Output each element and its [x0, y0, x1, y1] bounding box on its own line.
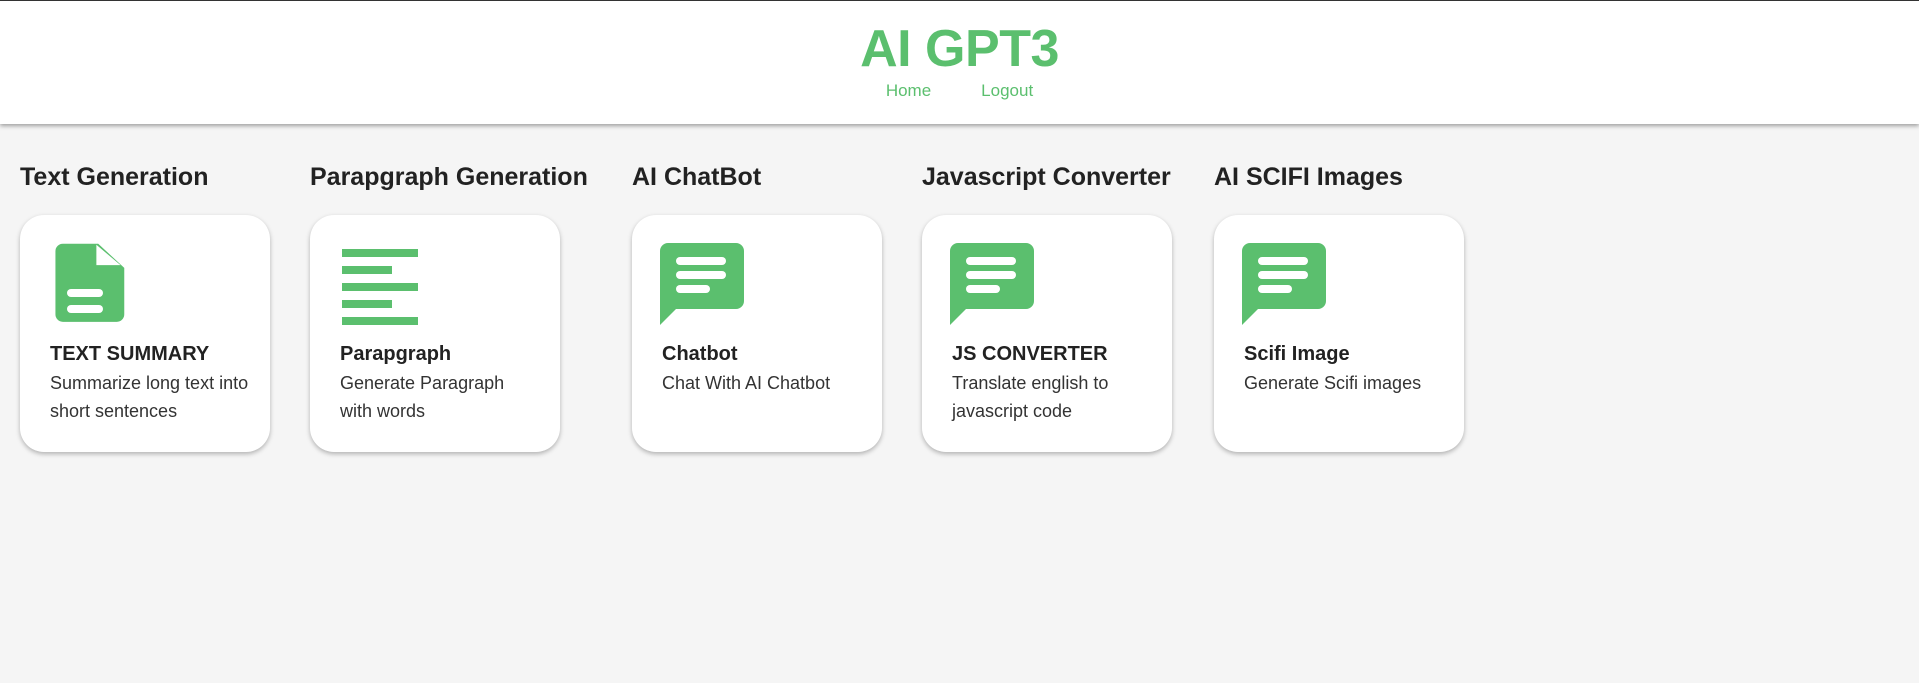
- section-ai-chatbot: AI ChatBot Chatbot Chat With AI Chatbot: [632, 163, 882, 452]
- card-description: Summarize long text into short sentences: [50, 373, 249, 421]
- card-description: Chat With AI Chatbot: [662, 373, 831, 393]
- card-title: JS CONVERTER: [952, 343, 1108, 365]
- js-converter-card[interactable]: JS CONVERTER Translate english to javasc…: [922, 215, 1172, 452]
- section-heading: Text Generation: [20, 163, 209, 191]
- card-title: Chatbot: [662, 343, 738, 365]
- chat-bubble-icon: [950, 243, 1034, 325]
- card-title: Parapgraph: [340, 343, 452, 365]
- section-paragraph-generation: Parapgraph Generation Parapgraph Generat…: [310, 163, 588, 452]
- nav-logout-link[interactable]: Logout: [981, 81, 1033, 101]
- app-title: AI GPT3: [860, 20, 1059, 78]
- section-heading: Parapgraph Generation: [310, 163, 588, 191]
- section-heading: AI ChatBot: [632, 163, 762, 191]
- app-header: AI GPT3 Home Logout: [0, 0, 1919, 124]
- section-javascript-converter: Javascript Converter JS CONVERTER Transl…: [922, 163, 1172, 452]
- chatbot-card[interactable]: Chatbot Chat With AI Chatbot: [632, 215, 882, 452]
- chat-bubble-icon: [1242, 243, 1326, 325]
- nav-bar: Home Logout: [0, 81, 1919, 101]
- card-description: Generate Paragraph with words: [340, 373, 505, 421]
- card-description: Generate Scifi images: [1244, 373, 1422, 393]
- text-summary-card[interactable]: TEXT SUMMARY Summarize long text into sh…: [20, 215, 270, 452]
- section-heading: AI SCIFI Images: [1214, 163, 1403, 191]
- nav-home-link[interactable]: Home: [886, 81, 931, 101]
- align-left-icon: [342, 249, 418, 325]
- section-heading: Javascript Converter: [922, 163, 1171, 191]
- paragraph-card[interactable]: Parapgraph Generate Paragraph with words: [310, 215, 560, 452]
- card-title: Scifi Image: [1244, 343, 1350, 365]
- card-description: Translate english to javascript code: [952, 373, 1109, 421]
- section-text-generation: Text Generation TEXT SUMMARY Summarize l…: [20, 163, 270, 452]
- scifi-image-card[interactable]: Scifi Image Generate Scifi images: [1214, 215, 1464, 452]
- section-ai-scifi-images: AI SCIFI Images Scifi Image Generate Sci…: [1214, 163, 1464, 452]
- card-title: TEXT SUMMARY: [50, 343, 210, 365]
- chat-bubble-icon: [660, 243, 744, 325]
- document-icon: [55, 243, 125, 322]
